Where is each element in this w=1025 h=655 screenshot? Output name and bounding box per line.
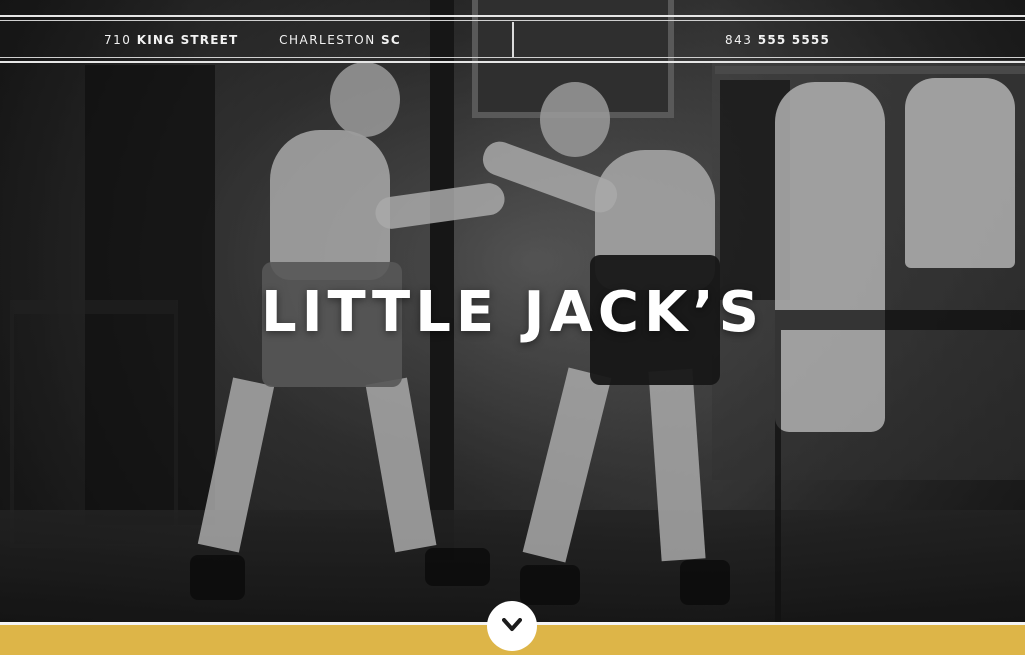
scroll-down-button[interactable] [487, 601, 537, 651]
chevron-down-icon [502, 617, 522, 636]
header-divider [512, 22, 514, 57]
header-rule [0, 61, 1025, 63]
header-rule [0, 15, 1025, 17]
address-state: SC [381, 33, 401, 47]
header-rule [0, 20, 1025, 21]
header-rule [0, 57, 1025, 58]
phone-area-code: 843 [725, 33, 753, 47]
address-street: KING STREET [136, 33, 239, 47]
address-city: CHARLESTON [279, 33, 376, 47]
address-number: 710 [104, 33, 132, 47]
phone-main-number: 555 5555 [757, 33, 830, 47]
hero-section: 710 KING STREET CHARLESTON SC 843 555 55… [0, 0, 1025, 622]
address[interactable]: 710 KING STREET CHARLESTON SC [104, 33, 401, 47]
site-title: LITTLE JACK’S [261, 280, 764, 345]
phone-number[interactable]: 843 555 5555 [725, 33, 830, 47]
